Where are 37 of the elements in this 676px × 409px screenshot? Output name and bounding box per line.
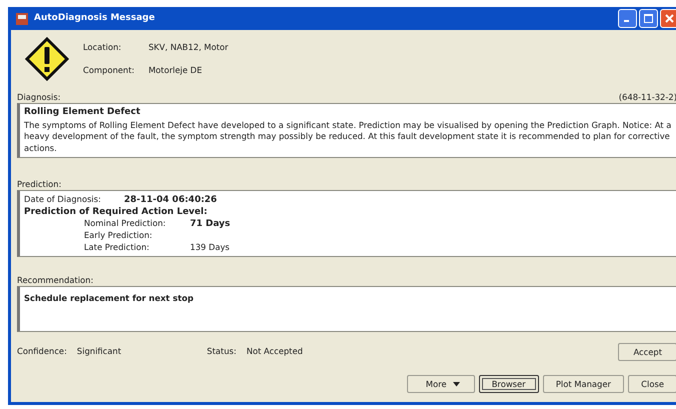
field-value: 139 Days xyxy=(190,242,230,253)
field-label: Nominal Prediction: xyxy=(84,218,167,230)
maximize-button[interactable] xyxy=(638,9,658,28)
field-label: Date of Diagnosis: xyxy=(24,194,102,206)
recommendation-text: Schedule replacement for next stop xyxy=(24,292,194,304)
minimize-button[interactable] xyxy=(618,9,637,28)
field-value: 71 Days xyxy=(190,218,230,230)
field-value: Significant xyxy=(76,345,122,358)
section-label: Recommendation: xyxy=(17,274,94,286)
prediction-heading: Prediction of Required Action Level: xyxy=(24,206,208,218)
dialog-button[interactable]: More xyxy=(406,374,474,393)
field-label: Confidence: xyxy=(17,345,67,358)
close-icon xyxy=(665,14,674,23)
caret-icon xyxy=(452,382,460,387)
field-label: Late Prediction: xyxy=(84,242,150,253)
diagnosis-title: Rolling Element Defect xyxy=(24,106,142,119)
section-label: Diagnosis: xyxy=(17,90,61,104)
maximize-icon xyxy=(644,14,653,23)
field-label: Component: xyxy=(83,64,134,77)
dialog-button[interactable]: Plot Manager xyxy=(542,374,624,393)
section-label: Prediction: xyxy=(17,178,62,190)
field-label: Status: xyxy=(206,345,236,358)
dialog-button[interactable]: Browser xyxy=(478,374,539,393)
close-button[interactable] xyxy=(660,9,676,28)
field-value: Motorleje DE xyxy=(148,64,204,77)
field-label: Early Prediction: xyxy=(84,230,154,242)
field-value: SKV, NAB12, Motor xyxy=(148,41,228,54)
diagnosis-text: The symptoms of Rolling Element Defect have developed to a significant state. Prediction may be visualised by opening the Prediction Graph. Notice: At a heavy development of the fault, the symptom strength may possibly be reduced. At this fault development state it is recommended to plan for corrective actions. xyxy=(24,120,672,155)
accept-button[interactable]: Accept xyxy=(618,342,676,361)
dialog-button[interactable]: Close xyxy=(628,374,676,393)
field-value: Not Accepted xyxy=(246,345,303,358)
field-value: 28-11-04 06:40:26 xyxy=(124,194,217,206)
field-label: Location: xyxy=(83,41,122,54)
window-title: AutoDiagnosis Message xyxy=(34,12,155,25)
app-icon xyxy=(15,12,29,26)
reference-code: (648-11-32-2) xyxy=(618,90,676,104)
warning-icon xyxy=(25,37,69,81)
